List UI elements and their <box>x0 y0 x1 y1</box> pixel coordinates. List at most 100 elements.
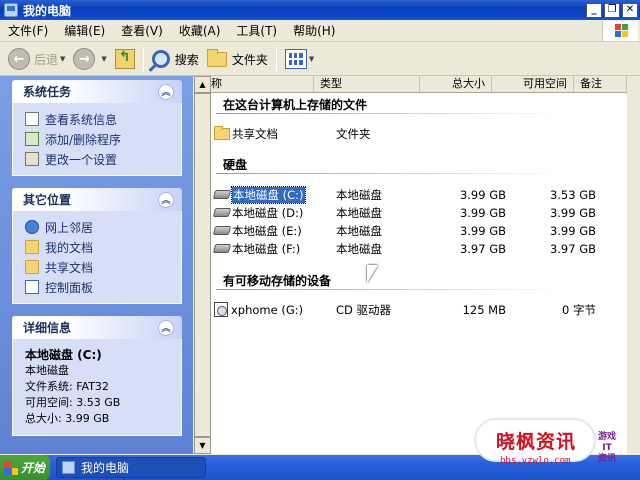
panel-title: 其它位置 <box>23 193 72 207</box>
item-total-size: 3.99 GB <box>459 223 506 238</box>
mouse-cursor-icon <box>367 265 378 283</box>
item-type: 本地磁盘 <box>336 241 382 256</box>
file-list-pane[interactable]: 名称 类型 总大小 可用空间 备注 在这台计算机上存储的文件 共享文档 文件夹 … <box>194 76 627 454</box>
list-item-disk-e[interactable]: 本地磁盘 (E:) 本地磁盘 3.99 GB 3.99 GB <box>212 222 624 239</box>
column-comments[interactable]: 备注 <box>574 76 627 92</box>
scrollbar-thumb[interactable] <box>194 93 211 437</box>
column-total-size[interactable]: 总大小 <box>420 76 492 92</box>
task-label: 添加/删除程序 <box>45 132 122 147</box>
list-item-disk-c[interactable]: 本地磁盘 (C:) 本地磁盘 3.99 GB 3.53 GB <box>212 185 624 204</box>
panel-title: 系统任务 <box>23 85 72 99</box>
scroll-down-arrow-icon[interactable]: ▼ <box>194 437 211 454</box>
list-item-disk-f[interactable]: 本地磁盘 (F:) 本地磁盘 3.97 GB 3.97 GB <box>212 240 624 257</box>
menu-tools[interactable]: 工具(T) <box>228 21 285 41</box>
start-label: 开始 <box>21 461 46 475</box>
collapse-chevron-icon[interactable]: ︽ <box>158 319 174 336</box>
task-change-setting[interactable]: 更改一个设置 <box>25 149 175 169</box>
add-remove-icon <box>25 132 39 146</box>
column-free-space[interactable]: 可用空间 <box>492 76 574 92</box>
other-places-header[interactable]: 其它位置 ︽ <box>12 188 182 211</box>
list-item-cd-drive[interactable]: xphome (G:) CD 驱动器 125 MB 0 字节 <box>214 301 624 318</box>
place-network[interactable]: 网上邻居 <box>25 217 175 237</box>
views-dropdown-icon[interactable]: ▼ <box>309 55 314 63</box>
menu-file[interactable]: 文件(F) <box>0 21 56 41</box>
item-name: 本地磁盘 (E:) <box>232 223 302 238</box>
place-shared-documents[interactable]: 共享文档 <box>25 257 175 277</box>
item-total-size: 3.99 GB <box>459 187 506 202</box>
item-free-space: 3.53 GB <box>549 187 596 202</box>
folder-icon <box>206 48 227 67</box>
column-name[interactable]: 名称 <box>194 76 314 92</box>
hard-disk-icon <box>212 226 232 235</box>
control-panel-icon <box>25 280 39 294</box>
back-button[interactable]: ← 后退 ▼ <box>4 45 69 73</box>
window-border <box>627 76 640 454</box>
vertical-scrollbar[interactable]: ▲ ▼ <box>194 76 211 454</box>
folders-button[interactable]: 文件夹 <box>203 45 272 73</box>
group-header-removable: 有可移动存储的设备 <box>223 274 332 288</box>
group-divider <box>216 289 566 290</box>
taskbar-button-label: 我的电脑 <box>81 461 130 475</box>
search-button[interactable]: 搜索 <box>148 45 203 73</box>
place-control-panel[interactable]: 控制面板 <box>25 277 175 297</box>
list-item-shared-documents[interactable]: 共享文档 文件夹 <box>214 125 624 142</box>
hard-disk-icon <box>212 244 232 253</box>
up-button[interactable] <box>111 45 139 73</box>
close-button[interactable]: ✕ <box>622 2 638 18</box>
my-documents-icon <box>25 240 39 254</box>
list-item-disk-d[interactable]: 本地磁盘 (D:) 本地磁盘 3.99 GB 3.99 GB <box>212 204 624 221</box>
item-name: 共享文档 <box>232 126 278 141</box>
watermark-logo: 晓枫资讯 bbs.yzwlo.com 游戏 IT 资讯 <box>470 412 630 476</box>
my-computer-icon <box>4 3 18 17</box>
item-type: 文件夹 <box>336 126 371 141</box>
collapse-chevron-icon[interactable]: ︽ <box>158 83 174 100</box>
menu-help[interactable]: 帮助(H) <box>285 21 343 41</box>
back-dropdown-icon[interactable]: ▼ <box>60 55 65 63</box>
logo-side-line: 资讯 <box>597 454 616 464</box>
details-panel: 详细信息 ︽ 本地磁盘 (C:) 本地磁盘 文件系统: FAT32 可用空间: … <box>12 316 182 436</box>
minimize-button[interactable]: _ <box>586 2 602 18</box>
shared-folder-icon <box>25 260 39 274</box>
title-bar[interactable]: 我的电脑 _ ❐ ✕ <box>0 0 640 20</box>
logo-side-line: 游戏 <box>597 432 616 442</box>
views-button[interactable]: ▼ <box>281 45 318 73</box>
logo-side-line: IT <box>602 443 612 453</box>
task-pane: 系统任务 ︽ 查看系统信息 添加/删除程序 更改一个设置 其它位置 ︽ 网上邻居… <box>0 76 193 454</box>
scroll-up-arrow-icon[interactable]: ▲ <box>194 76 211 93</box>
forward-button[interactable]: → ▼ <box>69 45 110 73</box>
panel-title: 详细信息 <box>23 321 72 335</box>
start-button[interactable]: 开始 <box>0 455 50 480</box>
place-label: 控制面板 <box>45 280 94 295</box>
item-name: 本地磁盘 (F:) <box>232 241 301 256</box>
back-label: 后退 <box>34 52 59 67</box>
other-places-panel: 其它位置 ︽ 网上邻居 我的文档 共享文档 控制面板 <box>12 188 182 304</box>
collapse-chevron-icon[interactable]: ︽ <box>158 191 174 208</box>
hard-disk-icon <box>212 208 232 217</box>
toolbar-separator <box>275 47 277 71</box>
task-view-system-info[interactable]: 查看系统信息 <box>25 109 175 129</box>
restore-button[interactable]: ❐ <box>604 2 620 18</box>
menu-favorites[interactable]: 收藏(A) <box>171 21 229 41</box>
system-info-icon <box>25 112 39 126</box>
menu-edit[interactable]: 编辑(E) <box>56 21 113 41</box>
folder-up-icon <box>114 49 135 69</box>
hard-disk-icon <box>212 190 232 199</box>
place-my-documents[interactable]: 我的文档 <box>25 237 175 257</box>
item-name: 本地磁盘 (C:) <box>231 185 306 204</box>
item-name: 本地磁盘 (D:) <box>232 205 304 220</box>
column-type[interactable]: 类型 <box>314 76 420 92</box>
forward-arrow-icon: → <box>73 48 96 70</box>
detail-name: 本地磁盘 (C:) <box>25 348 102 362</box>
forward-dropdown-icon[interactable]: ▼ <box>101 55 106 63</box>
task-add-remove-programs[interactable]: 添加/删除程序 <box>25 129 175 149</box>
search-icon <box>151 50 170 68</box>
column-headers: 名称 类型 总大小 可用空间 备注 <box>194 76 627 93</box>
menu-bar: 文件(F) 编辑(E) 查看(V) 收藏(A) 工具(T) 帮助(H) <box>0 20 640 42</box>
taskbar-button-my-computer[interactable]: 我的电脑 <box>56 457 206 478</box>
system-tasks-header[interactable]: 系统任务 ︽ <box>12 80 182 103</box>
place-label: 共享文档 <box>45 260 94 275</box>
detail-total-size: 总大小: 3.99 GB <box>25 412 110 425</box>
views-icon <box>284 49 307 69</box>
details-header[interactable]: 详细信息 ︽ <box>12 316 182 339</box>
menu-view[interactable]: 查看(V) <box>113 21 171 41</box>
